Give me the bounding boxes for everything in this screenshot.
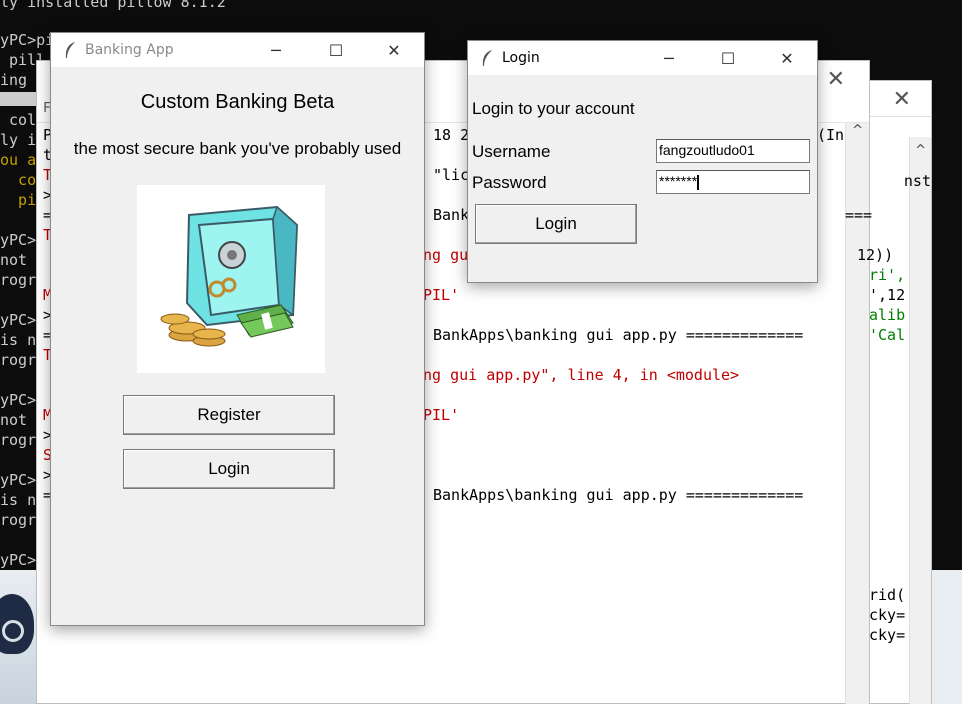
terminal-line: yPC>	[0, 551, 37, 569]
wallpaper-image	[0, 572, 36, 704]
username-field[interactable]: fangzoutludo01	[656, 139, 810, 163]
register-button[interactable]: Register	[123, 395, 335, 435]
editor-line: ng gui app.py", line 4, in <module>	[423, 366, 740, 384]
close-icon[interactable]: ✕	[371, 37, 417, 63]
terminal-line: rogr	[0, 511, 37, 529]
banking-app-titlebar[interactable]: Banking App ─ ☐ ✕	[51, 33, 424, 67]
password-value: *******	[659, 173, 698, 189]
editor-line: rid(	[869, 586, 906, 604]
terminal-selection-bar	[0, 92, 40, 106]
tk-feather-icon	[65, 42, 75, 58]
editor-line: ri',	[869, 266, 906, 284]
terminal-line: ou a	[0, 151, 37, 169]
terminal-line: yPC>pi	[0, 31, 55, 49]
window-title: Login	[502, 50, 540, 66]
editor-line: BankApps\banking gui app.py ============…	[433, 326, 804, 344]
app-heading: Custom Banking Beta	[140, 91, 335, 113]
login-header: Login to your account	[472, 99, 635, 118]
editor-line: 18 2	[433, 126, 470, 144]
close-icon[interactable]: ✕	[827, 67, 845, 92]
editor-line: cky=	[869, 606, 906, 624]
close-icon[interactable]: ✕	[764, 45, 810, 71]
editor-line: alib	[869, 306, 906, 324]
terminal-line: rogr	[0, 271, 37, 289]
editor-line: cky=	[869, 626, 906, 644]
scroll-up-icon[interactable]: ^	[852, 123, 863, 138]
terminal-line: yPC>	[0, 471, 37, 489]
terminal-line: col	[0, 111, 37, 129]
terminal-line: yPC>	[0, 391, 37, 409]
scroll-up-icon[interactable]: ^	[915, 143, 926, 158]
maximize-icon[interactable]: ☐	[313, 37, 359, 63]
editor-line: 12))	[857, 246, 894, 264]
editor-line: BankApps\banking gui app.py ============…	[433, 486, 804, 504]
editor-line: ',12	[869, 286, 906, 304]
editor-line: "lic	[433, 166, 470, 184]
safe-image	[137, 185, 325, 373]
terminal-line: rogr	[0, 351, 37, 369]
terminal-line: ly i	[0, 131, 37, 149]
terminal-line: is n	[0, 331, 37, 349]
login-window[interactable]: Login ─ ☐ ✕ Login to your account Userna…	[467, 40, 818, 283]
tk-feather-icon	[482, 50, 492, 66]
app-subtitle: the most secure bank you've probably use…	[73, 139, 402, 158]
editor-line: Bank	[433, 206, 470, 224]
banking-app-window[interactable]: Banking App ─ ☐ ✕ Custom Banking Beta th…	[50, 32, 425, 626]
window-title: Banking App	[85, 42, 174, 58]
password-field[interactable]: *******	[656, 170, 810, 194]
text-cursor	[697, 174, 699, 190]
login-submit-button[interactable]: Login	[475, 204, 637, 244]
login-titlebar[interactable]: Login ─ ☐ ✕	[468, 41, 817, 75]
idle-back-scrollbar[interactable]	[909, 137, 931, 704]
idle-back-text: nst	[903, 172, 931, 190]
username-label: Username	[472, 142, 551, 161]
terminal-line: ly installed pillow 8.1.2	[0, 0, 226, 11]
terminal-line: not	[0, 251, 28, 269]
editor-line: PIL'	[423, 406, 460, 424]
terminal-line: ing	[0, 71, 28, 89]
terminal-line: yPC>	[0, 311, 37, 329]
terminal-line: not	[0, 411, 28, 429]
editor-line: (In	[817, 126, 845, 144]
terminal-line: rogr	[0, 431, 37, 449]
editor-line: 'Cal	[869, 326, 906, 344]
editor-line: ===	[845, 206, 873, 224]
minimize-icon[interactable]: ─	[646, 45, 692, 71]
password-label: Password	[472, 173, 547, 192]
close-icon[interactable]: ✕	[893, 87, 911, 112]
terminal-line: is n	[0, 491, 37, 509]
terminal-line: yPC>	[0, 231, 37, 249]
editor-line: ng gu	[423, 246, 469, 264]
minimize-icon[interactable]: ─	[253, 37, 299, 63]
login-button[interactable]: Login	[123, 449, 335, 489]
wallpaper-ring	[2, 620, 24, 642]
maximize-icon[interactable]: ☐	[705, 45, 751, 71]
editor-line: PIL'	[423, 286, 460, 304]
